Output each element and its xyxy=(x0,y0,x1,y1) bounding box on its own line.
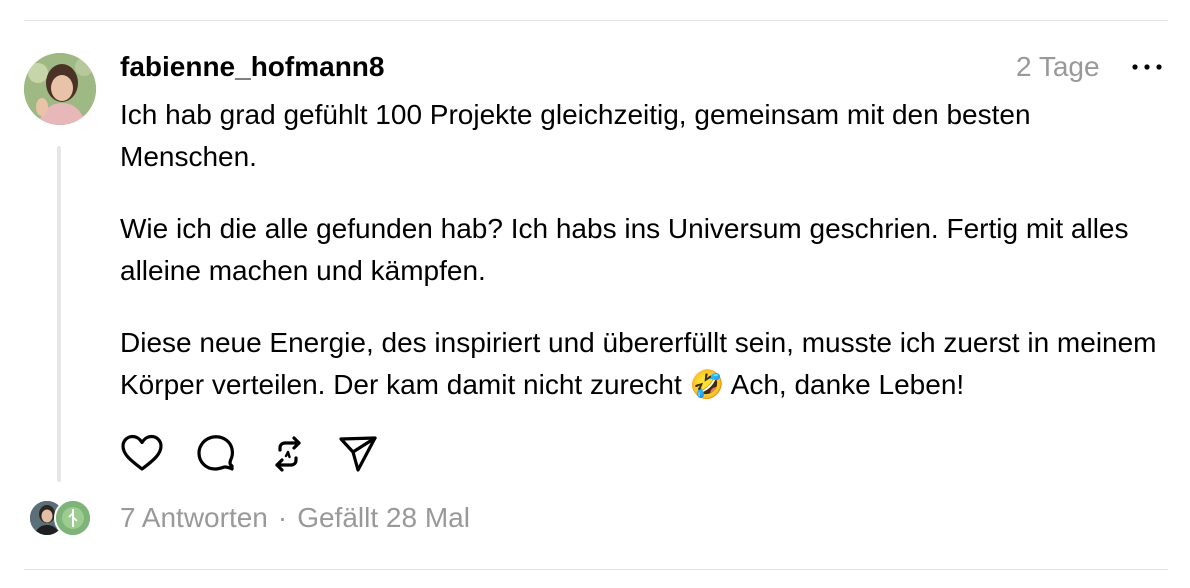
post-body: Ich hab grad gefühlt 100 Projekte gleich… xyxy=(120,94,1168,406)
comment-button[interactable] xyxy=(194,432,238,476)
like-button[interactable] xyxy=(120,432,164,476)
repost-button[interactable] xyxy=(266,432,310,476)
author-avatar[interactable] xyxy=(24,53,96,125)
reply-avatar-logo-icon xyxy=(56,501,90,535)
reply-avatar xyxy=(54,499,92,537)
share-button[interactable] xyxy=(336,432,380,476)
post-paragraph: Wie ich die alle gefunden hab? Ich habs … xyxy=(120,213,1129,286)
footer-separator: · xyxy=(277,502,288,533)
post-username[interactable]: fabienne_hofmann8 xyxy=(120,50,384,84)
share-icon xyxy=(339,436,377,472)
top-divider xyxy=(24,20,1168,21)
avatar-photo-icon xyxy=(24,53,96,125)
post-timestamp[interactable]: 2 Tage xyxy=(1016,50,1100,84)
more-options-button[interactable] xyxy=(1130,54,1164,78)
bottom-divider xyxy=(24,569,1168,570)
reply-avatars[interactable] xyxy=(28,499,96,537)
thread-line xyxy=(57,146,61,482)
replies-count-link[interactable]: 7 Antworten xyxy=(120,502,268,533)
post-footer: 7 Antworten · Gefällt 28 Mal xyxy=(120,500,470,536)
more-horizontal-icon xyxy=(1132,64,1162,70)
likes-count-link[interactable]: Gefällt 28 Mal xyxy=(297,502,470,533)
post-paragraph: Ich hab grad gefühlt 100 Projekte gleich… xyxy=(120,99,1031,172)
repost-icon xyxy=(275,436,301,472)
post-paragraph: Diese neue Energie, des inspiriert und ü… xyxy=(120,327,1157,400)
heart-icon xyxy=(121,434,163,471)
comment-icon xyxy=(197,435,234,471)
